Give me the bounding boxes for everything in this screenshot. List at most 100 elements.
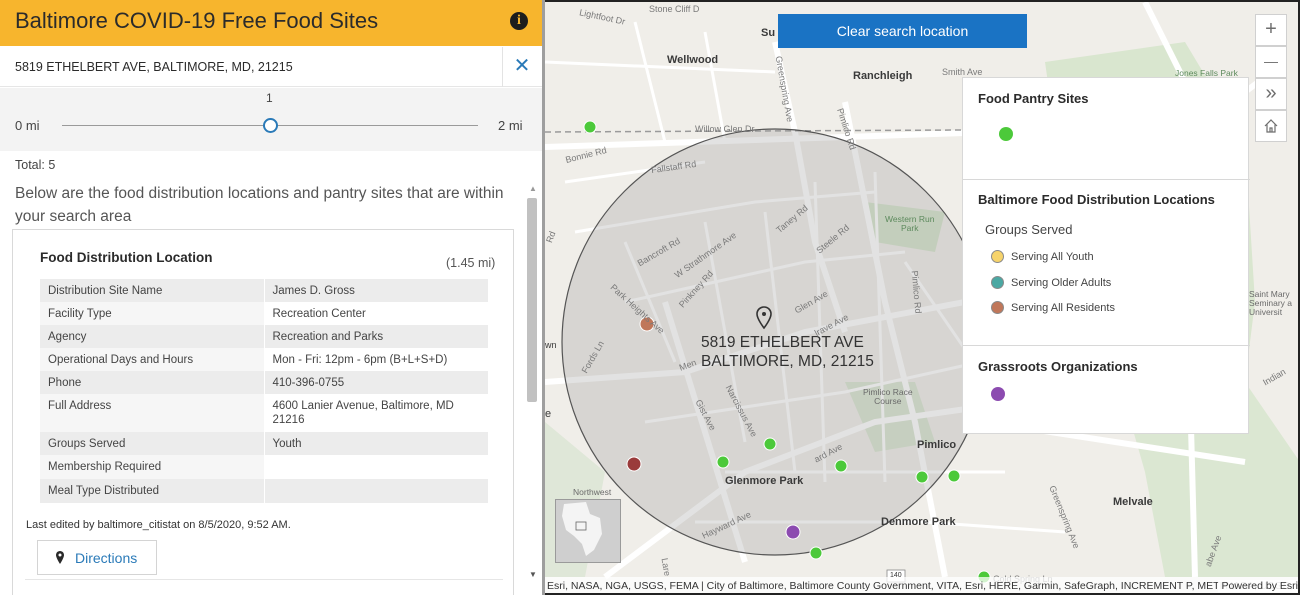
directions-button[interactable]: Directions xyxy=(37,540,157,575)
park-label-western-run-text: Western Run Park xyxy=(885,214,935,233)
address-marker-label: 5819 ETHELBERT AVE BALTIMORE, MD, 21215 xyxy=(701,333,874,371)
legend-all-residents-dot xyxy=(991,301,1004,314)
overview-map[interactable] xyxy=(555,499,621,563)
place-label-melvale: Melvale xyxy=(1113,496,1153,508)
place-label-glenmore-park: Glenmore Park xyxy=(725,475,804,487)
attribute-table: Distribution Site Name James D. Gross Faci… xyxy=(40,279,488,503)
legend-pantry-dot xyxy=(999,127,1013,141)
attribute-value: James D. Gross xyxy=(264,279,488,302)
attribution-sources: Esri, NASA, NGA, USGS, FEMA | City of Ba… xyxy=(547,580,1300,592)
place-label-wn: wn xyxy=(545,340,557,350)
table-row: Meal Type Distributed xyxy=(40,479,488,503)
attribute-key: Groups Served xyxy=(40,432,265,455)
pantry-site-marker xyxy=(834,459,848,473)
address-marker-line1: 5819 ETHELBERT AVE xyxy=(701,334,864,351)
attribute-value: 410-396-0755 xyxy=(264,371,488,394)
zoom-out-button[interactable]: — xyxy=(1255,46,1287,78)
road-label: Stone Cliff D xyxy=(649,4,700,14)
road-label: Smith Ave xyxy=(942,67,983,77)
attribute-key: Agency xyxy=(40,325,265,348)
card-distance: (1.45 mi) xyxy=(446,256,496,270)
close-icon[interactable]: ✕ xyxy=(510,55,534,79)
info-icon[interactable]: i xyxy=(510,12,528,30)
place-label-e: e xyxy=(545,408,552,420)
table-row: Facility Type Recreation Center xyxy=(40,302,488,325)
legend-item-all-residents: Serving All Residents xyxy=(1011,302,1115,314)
table-row: Phone 410-396-0755 xyxy=(40,371,488,394)
place-label-denmore-park: Denmore Park xyxy=(881,516,956,528)
powered-by-esri[interactable]: Powered by Esri xyxy=(1217,580,1298,592)
legend-divider xyxy=(963,345,1250,346)
map-legend: Food Pantry Sites Baltimore Food Distrib… xyxy=(962,77,1250,434)
card-divider xyxy=(25,579,503,580)
legend-youth-dot xyxy=(991,250,1004,263)
table-row: Membership Required xyxy=(40,455,488,479)
map-view[interactable]: Lightfoot Dr Stone Cliff D Wellwood Su R… xyxy=(545,0,1300,595)
card-title: Food Distribution Location xyxy=(40,250,213,265)
legend-item-youth: Serving All Youth xyxy=(1011,251,1094,263)
table-row: Distribution Site Name James D. Gross xyxy=(40,279,488,302)
attribute-key: Operational Days and Hours xyxy=(40,348,265,371)
search-address[interactable]: 5819 ETHELBERT AVE, BALTIMORE, MD, 21215 xyxy=(15,60,293,74)
attribute-value: Recreation Center xyxy=(264,302,488,325)
place-label-northwest: Northwest xyxy=(573,487,612,497)
map-pin-icon xyxy=(56,551,64,564)
legend-title-pantry: Food Pantry Sites xyxy=(978,91,1089,106)
slider-thumb[interactable] xyxy=(262,118,278,133)
pantry-site-marker xyxy=(583,120,597,134)
attribute-key: Membership Required xyxy=(40,455,265,479)
attribute-key: Meal Type Distributed xyxy=(40,479,265,503)
attribute-value: Recreation and Parks xyxy=(264,325,488,348)
distribution-location-marker xyxy=(626,456,642,472)
table-row: Operational Days and Hours Mon - Fri: 12p… xyxy=(40,348,488,371)
attribute-value: Mon - Fri: 12pm - 6pm (B+L+S+D) xyxy=(264,348,488,371)
clear-search-location-label: Clear search location xyxy=(836,23,969,39)
legend-title-distribution: Baltimore Food Distribution Locations xyxy=(978,192,1215,207)
place-label-ranchleigh: Ranchleigh xyxy=(853,70,913,82)
attribute-value: 4600 Lanier Avenue, Baltimore, MD 21216 xyxy=(264,394,488,432)
place-label-saint-mary-text: Saint Mary Seminary a Universit xyxy=(1249,289,1292,317)
place-label-wellwood: Wellwood xyxy=(667,54,719,66)
attribute-key: Distribution Site Name xyxy=(40,279,265,302)
scrollbar-thumb[interactable] xyxy=(527,198,537,402)
scroll-down-arrow-icon[interactable]: ▼ xyxy=(529,570,537,579)
table-row: Full Address 4600 Lanier Avenue, Baltimor… xyxy=(40,394,488,432)
place-label-saint-mary: Saint Mary Seminary a Universit xyxy=(1249,290,1292,317)
legend-groups-served: Groups Served xyxy=(985,222,1073,237)
legend-title-grassroots: Grassroots Organizations xyxy=(978,359,1138,374)
place-label-pimlico: Pimlico xyxy=(917,439,957,451)
road-label: Willow Glen Dr xyxy=(695,124,755,134)
result-card: Food Distribution Location (1.45 mi) Dis… xyxy=(12,229,514,595)
app-header: Baltimore COVID-19 Free Food Sites i xyxy=(0,0,542,46)
attribute-key: Full Address xyxy=(40,394,265,432)
place-label-pimlico-race-text: Pimlico Race Course xyxy=(863,387,913,406)
address-separator xyxy=(502,47,503,87)
pantry-site-marker xyxy=(947,469,961,483)
expand-legend-button[interactable]: » xyxy=(1255,78,1287,110)
slider-value-label: 1 xyxy=(266,91,273,105)
zoom-in-button[interactable]: + xyxy=(1255,14,1287,46)
home-button[interactable] xyxy=(1255,110,1287,142)
slider-min-label: 0 mi xyxy=(15,118,40,133)
pantry-site-marker xyxy=(716,455,730,469)
search-address-row: 5819 ETHELBERT AVE, BALTIMORE, MD, 21215… xyxy=(0,47,542,87)
legend-item-older-adults: Serving Older Adults xyxy=(1011,277,1112,289)
distance-slider-area: 1 0 mi 2 mi xyxy=(0,88,542,151)
attribute-value xyxy=(264,479,488,503)
table-row: Agency Recreation and Parks xyxy=(40,325,488,348)
app-title: Baltimore COVID-19 Free Food Sites xyxy=(15,8,379,33)
attribute-value: Youth xyxy=(264,432,488,455)
pantry-site-marker xyxy=(763,437,777,451)
grassroots-marker xyxy=(785,524,801,540)
attribute-key: Facility Type xyxy=(40,302,265,325)
scroll-up-arrow-icon[interactable]: ▲ xyxy=(529,184,537,193)
map-attribution: Esri, NASA, NGA, USGS, FEMA | City of Ba… xyxy=(545,577,1300,593)
side-panel: Baltimore COVID-19 Free Food Sites i 581… xyxy=(0,0,542,595)
legend-divider xyxy=(963,179,1250,180)
clear-search-location-button[interactable]: Clear search location xyxy=(778,14,1027,48)
home-icon xyxy=(1264,119,1278,133)
legend-older-adults-dot xyxy=(991,276,1004,289)
legend-grassroots-dot xyxy=(991,387,1005,401)
place-label-sur: Su xyxy=(761,27,776,39)
results-scrollbar[interactable]: ▲ ▼ xyxy=(526,182,540,587)
